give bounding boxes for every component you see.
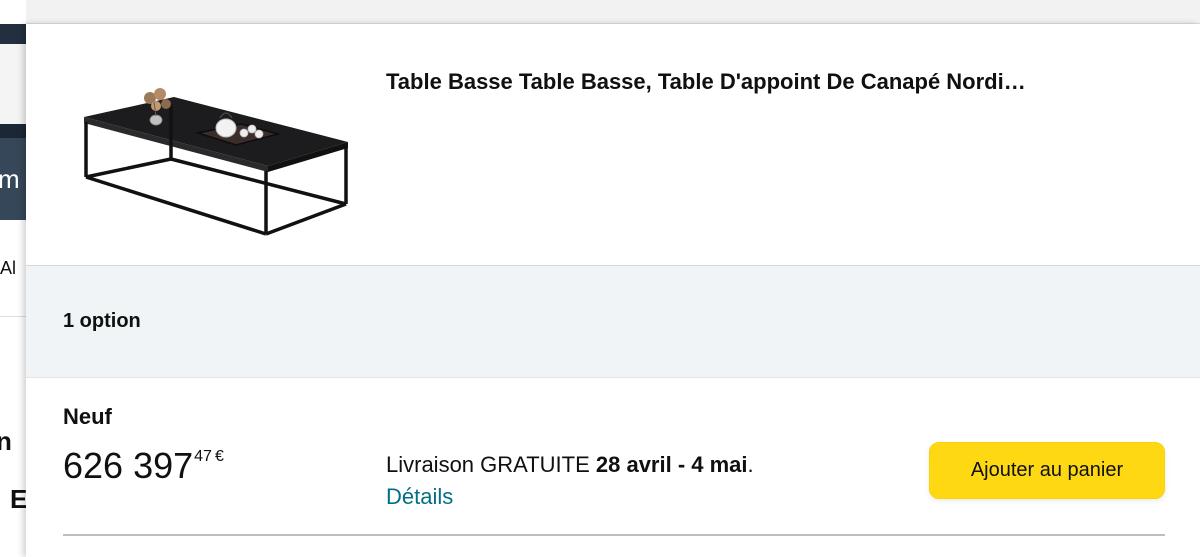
options-count-label: 1 option <box>63 310 141 332</box>
price-whole: 626 397 <box>63 445 194 486</box>
offer-row: Neuf 626 39747 € Livraison GRATUITE 28 av… <box>26 378 1200 538</box>
background-nav-fragment: m <box>0 164 20 194</box>
background-text-fragment: Al <box>0 258 17 278</box>
options-count-bar: 1 option <box>26 266 1200 378</box>
background-nav-strip <box>0 124 26 138</box>
price-currency: € <box>214 448 224 465</box>
background-text-fragment: n <box>0 426 12 456</box>
product-header: Table Basse Table Basse, Table D'appoint… <box>26 24 1200 266</box>
background-search-strip <box>0 44 26 124</box>
coffee-table-image[interactable] <box>76 54 356 244</box>
delivery-info: Livraison GRATUITE 28 avril - 4 mai. <box>386 450 754 480</box>
delivery-prefix: Livraison GRATUITE <box>386 452 590 477</box>
offers-side-panel: Table Basse Table Basse, Table D'appoint… <box>26 24 1200 557</box>
background-page: m Al n E <box>0 0 26 557</box>
background-divider <box>0 316 26 317</box>
background-text-fragment: E <box>10 484 26 514</box>
offer-divider <box>63 534 1165 536</box>
background-header-strip <box>0 24 26 44</box>
product-title[interactable]: Table Basse Table Basse, Table D'appoint… <box>386 68 1176 96</box>
delivery-dates: 28 avril - 4 mai <box>595 452 748 477</box>
browser-top-bar <box>0 0 1200 24</box>
add-to-cart-button[interactable]: Ajouter au panier <box>929 442 1165 499</box>
delivery-suffix: . <box>747 452 754 477</box>
price-fraction: 47 <box>194 448 212 465</box>
offer-condition: Neuf <box>63 404 112 429</box>
background-nav-bar: m <box>0 138 26 220</box>
delivery-details-link[interactable]: Détails <box>386 484 453 510</box>
offer-price: 626 39747 € <box>63 444 224 488</box>
